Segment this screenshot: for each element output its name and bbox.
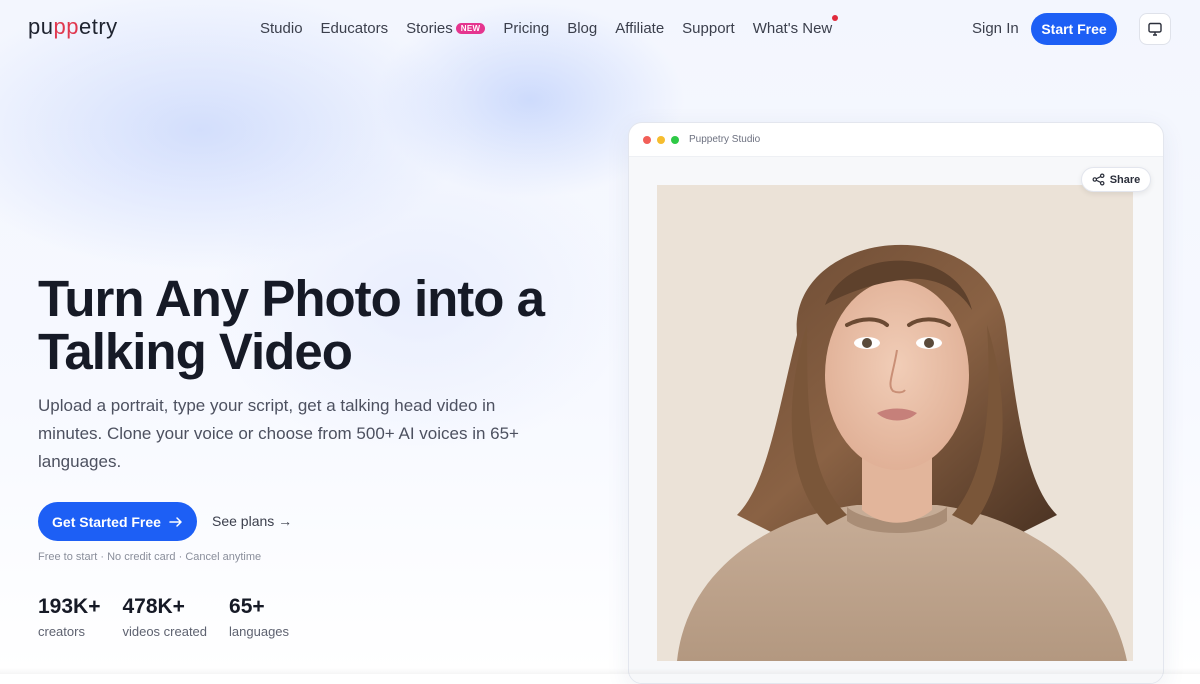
portrait-illustration — [657, 185, 1133, 661]
get-started-button[interactable]: Get Started Free — [38, 502, 197, 541]
portrait-image — [657, 185, 1133, 661]
get-started-label: Get Started Free — [52, 513, 161, 530]
share-icon — [1092, 173, 1105, 186]
stat-creators: 193K+ creators — [38, 594, 100, 639]
stat-value: 193K+ — [38, 595, 101, 618]
nav-links: Studio Educators Stories NEW Pricing Blog… — [260, 15, 850, 37]
nav-link-educators[interactable]: Educators — [321, 20, 389, 37]
window-maximize-dot — [671, 135, 679, 144]
logo-prefix: pu — [28, 14, 54, 39]
hero-subtitle: Upload a portrait, type your script, get… — [38, 396, 519, 471]
sign-in-link[interactable]: Sign In — [972, 20, 1019, 37]
stat-videos: 478K+ videos created — [122, 594, 207, 639]
share-button[interactable]: Share — [1081, 167, 1151, 192]
nav-link-studio[interactable]: Studio — [260, 20, 303, 37]
nav-link-affiliate[interactable]: Affiliate — [615, 20, 664, 37]
notification-dot — [832, 15, 839, 21]
window-close-dot — [643, 135, 651, 144]
nav-link-blog[interactable]: Blog — [567, 20, 597, 37]
stat-value: 478K+ — [122, 595, 185, 618]
display-toggle-button[interactable] — [1139, 13, 1171, 45]
see-plans-link[interactable]: See plans → — [212, 513, 292, 529]
stat-label: creators — [38, 624, 85, 639]
nav-link-whats-new[interactable]: What's New — [752, 15, 839, 37]
logo-suffix: etry — [78, 14, 118, 39]
arrow-right-icon — [169, 516, 182, 527]
top-nav: puppetry Studio Educators Stories NEW Pri… — [0, 0, 1200, 58]
section-divider — [0, 668, 1200, 674]
hero-title: Turn Any Photo into a Talking Video — [38, 270, 545, 380]
nav-link-stories-label: Stories — [406, 20, 453, 37]
fine-print: Free to start · No credit card · Cancel … — [38, 551, 262, 563]
nav-link-pricing[interactable]: Pricing — [503, 20, 549, 37]
stat-label: videos created — [122, 624, 208, 639]
stats-row: 193K+ creators 478K+ videos created 65+ … — [38, 594, 311, 639]
logo[interactable]: puppetry — [28, 14, 118, 40]
stat-value: 65+ — [229, 595, 265, 618]
new-badge: NEW — [455, 23, 486, 34]
logo-highlight: pp — [53, 14, 79, 39]
start-free-button[interactable]: Start Free — [1031, 13, 1117, 45]
stat-label: languages — [229, 624, 290, 639]
monitor-icon — [1148, 22, 1162, 36]
stat-languages: 65+ languages — [229, 594, 289, 639]
nav-link-stories[interactable]: Stories NEW — [406, 20, 486, 37]
studio-preview-window: Puppetry Studio Share — [628, 122, 1164, 684]
window-titlebar: Puppetry Studio — [629, 123, 1163, 157]
nav-link-whats-new-label: What's New — [752, 20, 833, 37]
window-minimize-dot — [657, 135, 665, 144]
share-label: Share — [1109, 173, 1141, 186]
window-title: Puppetry Studio — [689, 134, 761, 145]
nav-link-support[interactable]: Support — [682, 20, 735, 37]
